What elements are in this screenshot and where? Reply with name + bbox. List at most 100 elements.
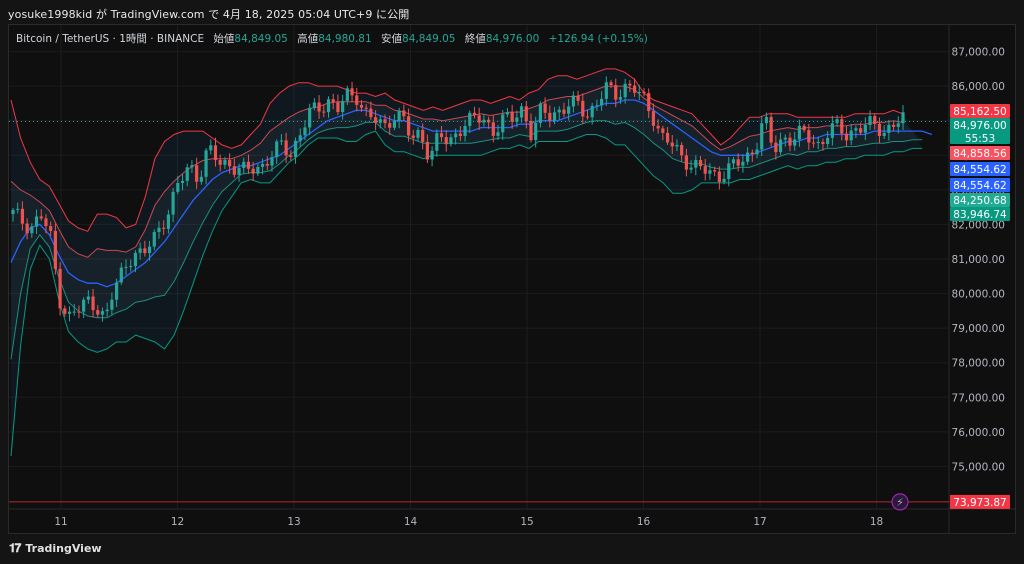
candle-body[interactable]	[713, 170, 717, 172]
candle-body[interactable]	[760, 123, 764, 150]
candle-body[interactable]	[670, 142, 674, 147]
candle-body[interactable]	[82, 299, 86, 312]
candle-body[interactable]	[703, 166, 707, 174]
candle-body[interactable]	[213, 145, 218, 161]
candle-body[interactable]	[138, 248, 142, 253]
candle-body[interactable]	[185, 167, 189, 181]
candle-body[interactable]	[114, 282, 119, 300]
price-chart[interactable]: ⚡ 75,000.00 76,000.00 77,000.00 78,000.00 79,…	[9, 25, 1015, 533]
candle-body[interactable]	[133, 252, 138, 267]
candle-body[interactable]	[157, 227, 161, 233]
candle-body[interactable]	[859, 128, 863, 133]
candle-body[interactable]	[844, 133, 849, 141]
candle-body[interactable]	[684, 155, 688, 170]
candle-body[interactable]	[275, 141, 279, 158]
candle-body[interactable]	[72, 311, 76, 313]
candle-body[interactable]	[397, 110, 401, 121]
candle-body[interactable]	[147, 246, 152, 254]
candle-body[interactable]	[680, 144, 684, 156]
candle-body[interactable]	[529, 121, 533, 141]
candle-body[interactable]	[162, 227, 166, 229]
candle-body[interactable]	[199, 176, 203, 182]
candle-body[interactable]	[896, 123, 900, 127]
candle-body[interactable]	[67, 311, 72, 314]
candle-body[interactable]	[30, 226, 34, 234]
candle-body[interactable]	[778, 139, 783, 153]
candle-body[interactable]	[741, 161, 745, 166]
candle-body[interactable]	[232, 166, 236, 175]
candle-body[interactable]	[86, 296, 90, 300]
chart-pane[interactable]: ⚡ 75,000.00 76,000.00 77,000.00 78,000.00 79,…	[8, 24, 1016, 534]
candle-body[interactable]	[416, 129, 420, 138]
candle-body[interactable]	[152, 232, 156, 247]
candle-body[interactable]	[242, 161, 246, 168]
candle-body[interactable]	[378, 119, 382, 123]
candle-body[interactable]	[341, 100, 345, 113]
candle-body[interactable]	[317, 102, 321, 112]
candle-body[interactable]	[105, 309, 109, 312]
candle-body[interactable]	[270, 157, 274, 166]
candle-body[interactable]	[821, 141, 825, 144]
candle-body[interactable]	[750, 152, 754, 155]
candle-body[interactable]	[373, 117, 378, 123]
candle-body[interactable]	[887, 124, 891, 133]
candle-body[interactable]	[491, 122, 495, 136]
candle-body[interactable]	[49, 226, 53, 231]
candle-body[interactable]	[364, 107, 368, 109]
candle-body[interactable]	[119, 267, 123, 283]
candle-body[interactable]	[218, 160, 222, 165]
candle-body[interactable]	[53, 230, 57, 269]
candle-body[interactable]	[788, 137, 792, 146]
candle-body[interactable]	[571, 95, 575, 107]
candle-body[interactable]	[774, 142, 778, 153]
candle-body[interactable]	[854, 128, 858, 131]
candle-body[interactable]	[628, 83, 632, 86]
candle-body[interactable]	[731, 159, 736, 164]
candle-body[interactable]	[496, 132, 500, 136]
candle-body[interactable]	[308, 107, 312, 128]
candle-body[interactable]	[171, 191, 175, 215]
candle-body[interactable]	[454, 133, 458, 138]
candle-body[interactable]	[425, 141, 429, 160]
candle-body[interactable]	[350, 88, 354, 96]
candle-body[interactable]	[326, 99, 331, 113]
candle-body[interactable]	[289, 155, 293, 157]
candle-body[interactable]	[260, 163, 265, 167]
candle-body[interactable]	[345, 88, 349, 101]
candle-body[interactable]	[623, 83, 627, 98]
candle-body[interactable]	[548, 112, 552, 121]
candle-body[interactable]	[331, 99, 335, 103]
candle-body[interactable]	[284, 140, 288, 156]
candle-body[interactable]	[567, 106, 571, 114]
candle-body[interactable]	[256, 166, 260, 174]
candle-body[interactable]	[576, 95, 580, 101]
candle-body[interactable]	[519, 106, 524, 118]
candle-body[interactable]	[322, 111, 326, 113]
candle-body[interactable]	[590, 105, 594, 118]
candle-body[interactable]	[129, 266, 133, 268]
candle-body[interactable]	[797, 125, 802, 140]
candle-body[interactable]	[388, 123, 392, 128]
candle-body[interactable]	[359, 104, 364, 108]
candle-body[interactable]	[430, 150, 434, 160]
candle-body[interactable]	[891, 124, 896, 127]
candle-body[interactable]	[402, 110, 406, 117]
candle-body[interactable]	[96, 310, 100, 315]
candle-body[interactable]	[849, 130, 853, 141]
candle-body[interactable]	[439, 133, 444, 138]
candle-body[interactable]	[802, 125, 806, 131]
candle-body[interactable]	[190, 165, 194, 168]
candle-body[interactable]	[557, 109, 561, 113]
candle-body[interactable]	[265, 163, 269, 166]
candle-body[interactable]	[411, 135, 415, 138]
candle-body[interactable]	[251, 168, 255, 174]
candle-body[interactable]	[783, 137, 787, 140]
candle-body[interactable]	[675, 144, 679, 147]
candle-body[interactable]	[647, 93, 651, 112]
candle-body[interactable]	[642, 92, 646, 94]
candle-body[interactable]	[228, 160, 232, 167]
candle-body[interactable]	[736, 159, 740, 166]
candle-body[interactable]	[303, 127, 307, 136]
candle-body[interactable]	[811, 142, 816, 144]
candle-body[interactable]	[877, 123, 882, 137]
